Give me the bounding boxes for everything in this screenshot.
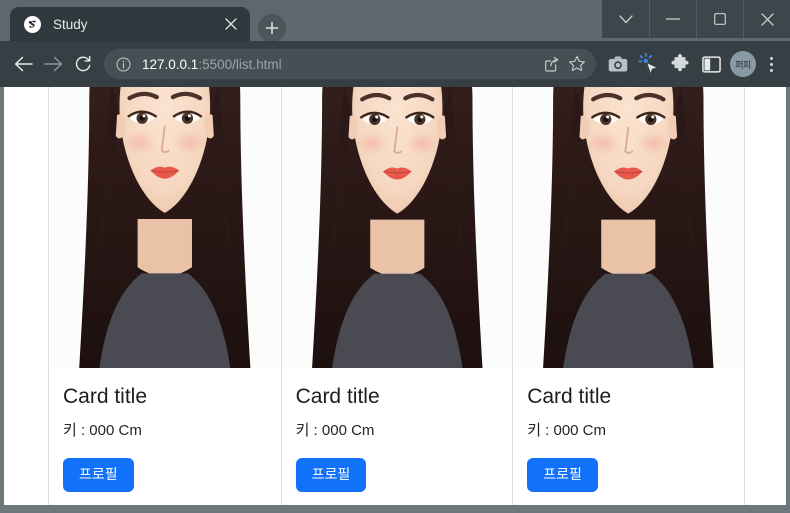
star-icon[interactable] (564, 51, 590, 77)
cursor-click-icon[interactable] (635, 50, 663, 78)
minimize-button[interactable] (649, 0, 696, 38)
card-body: Card title 키 : 000 Cm 프로필 (282, 368, 513, 505)
portrait-woman-illustration (49, 87, 281, 368)
card-group: Card title 키 : 000 Cm 프로필 Card title 키:… (48, 87, 745, 505)
page-content: Card title 키 : 000 Cm 프로필 Card title 키:… (4, 87, 786, 505)
portrait-woman-illustration (281, 87, 513, 368)
card-text: 키 : 000 Cm (295, 422, 375, 440)
reload-button[interactable] (68, 49, 98, 79)
tab-strip: Study (0, 0, 790, 42)
card-text: 키 : 000 Cm (63, 422, 142, 440)
browser-menu-button[interactable] (758, 50, 784, 78)
close-icon (760, 12, 774, 26)
back-button[interactable] (8, 49, 38, 79)
address-bar[interactable]: 127.0.0.1:5500/list.html (104, 49, 596, 79)
url-text[interactable]: 127.0.0.1:5500/list.html (142, 57, 538, 72)
swirl-s-icon (24, 15, 41, 33)
puzzle-icon[interactable] (666, 50, 694, 78)
side-panel-icon[interactable] (697, 50, 725, 78)
profile-card: Card title 키 : 000 Cm 프로필 (512, 87, 744, 505)
card-body: Card title 키 : 000 Cm 프로필 (513, 368, 744, 505)
card-body: Card title 키 : 000 Cm 프로필 (49, 368, 281, 505)
forward-button[interactable] (38, 49, 68, 79)
card-text: 키 : 000 Cm (527, 422, 607, 440)
close-window-button[interactable] (743, 0, 790, 38)
page-viewport: Card title 키 : 000 Cm 프로필 Card title 키:… (0, 87, 790, 513)
camera-icon[interactable] (604, 50, 632, 78)
tab-title-label: Study (53, 16, 88, 32)
browser-tab-study[interactable]: Study (10, 7, 250, 41)
profile-button[interactable]: 프로필 (295, 458, 367, 492)
forward-arrow-icon (43, 56, 62, 72)
plus-icon (265, 21, 279, 35)
profile-button[interactable]: 프로필 (527, 458, 598, 492)
profile-card: Card title 키 : 000 Cm 프로필 (49, 87, 281, 505)
window-controls (602, 0, 790, 38)
reload-icon (75, 55, 91, 72)
url-host: 127.0.0.1 (142, 56, 199, 72)
profile-button[interactable]: 프로필 (63, 458, 134, 492)
maximize-button[interactable] (696, 0, 743, 38)
url-path: :5500/list.html (198, 56, 282, 72)
chevron-down-icon (618, 14, 633, 23)
share-icon[interactable] (538, 51, 564, 77)
new-tab-button[interactable] (258, 14, 286, 42)
minimize-icon (666, 18, 680, 20)
close-tab-icon[interactable] (220, 13, 242, 35)
profile-avatar[interactable]: 퍼피 (730, 51, 756, 77)
maximize-icon (714, 13, 726, 25)
browser-toolbar: 127.0.0.1:5500/list.html 퍼피 (0, 41, 790, 87)
tab-search-button[interactable] (602, 0, 649, 38)
back-arrow-icon (14, 56, 33, 72)
card-title: Card title (295, 385, 380, 408)
profile-card: Card title 키 : 000 Cm 프로필 (280, 87, 513, 505)
browser-window: Study 127.0.0.1:5500/list.html 퍼피 Card t… (0, 0, 790, 513)
portrait-woman-illustration (513, 87, 744, 368)
card-title: Card title (63, 385, 148, 408)
info-circle-icon[interactable] (114, 55, 132, 73)
card-title: Card title (527, 385, 612, 408)
